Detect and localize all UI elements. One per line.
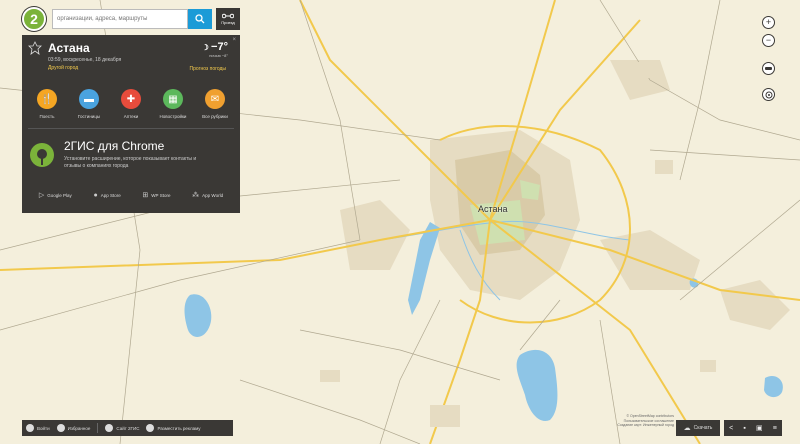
store-app-store[interactable]: ● App Store bbox=[93, 191, 120, 199]
apple-icon: ● bbox=[93, 191, 98, 199]
zoom-out-button[interactable]: − bbox=[762, 34, 775, 47]
store-google-play[interactable]: ▷ Google Play bbox=[39, 191, 72, 199]
favorites-button[interactable]: Избранное bbox=[56, 424, 91, 432]
city-name: Астана bbox=[48, 41, 90, 55]
forecast-link[interactable]: Прогноз погоды bbox=[189, 66, 226, 72]
heart-icon bbox=[56, 424, 65, 432]
route-icon bbox=[222, 13, 234, 19]
traffic-button[interactable] bbox=[762, 62, 775, 75]
megaphone-icon bbox=[146, 424, 155, 432]
category-label: Поесть bbox=[39, 114, 55, 119]
list-icon: ✉ bbox=[205, 89, 225, 109]
city-info-panel: × Астана 03:59, воскресенье, 18 декабря … bbox=[22, 35, 240, 213]
site-label: Сайт 2ГИС bbox=[116, 425, 140, 431]
cloud-icon: ☁ bbox=[683, 425, 691, 432]
fork-knife-icon: 🍴 bbox=[37, 89, 57, 109]
moon-icon: ☽ bbox=[201, 43, 212, 52]
promo-title: 2ГИС для Chrome bbox=[64, 139, 165, 153]
route-button[interactable]: Проезд bbox=[216, 8, 240, 30]
other-city-link[interactable]: Другой город bbox=[48, 65, 121, 71]
share-icon[interactable]: < bbox=[729, 425, 733, 432]
bottom-left-bar: Войти Избранное Сайт 2ГИС Разместить рек… bbox=[22, 420, 233, 436]
minus-icon: − bbox=[765, 35, 772, 45]
2gis-logo[interactable]: 2 bbox=[22, 7, 46, 31]
map-city-label: Астана bbox=[478, 204, 508, 214]
separator bbox=[97, 423, 99, 433]
promo-text: Установите расширение, которое показывае… bbox=[64, 156, 197, 169]
map-credit: Создание карт: Инженерный город bbox=[617, 423, 674, 427]
category-all[interactable]: ✉ Все рубрики bbox=[195, 89, 235, 119]
bed-icon: ▬ bbox=[79, 89, 99, 109]
weather-widget: ☽ −7° ночью −8° bbox=[202, 41, 228, 58]
comment-icon[interactable]: ▪ bbox=[743, 425, 745, 432]
car-icon bbox=[765, 67, 772, 70]
category-label: Гостиницы bbox=[77, 114, 101, 119]
category-label: Новостройки bbox=[159, 114, 187, 119]
search-icon bbox=[195, 14, 205, 24]
city-date: 03:59, воскресенье, 18 декабря bbox=[48, 57, 122, 63]
locate-button[interactable] bbox=[762, 88, 775, 101]
city-emblem-icon bbox=[28, 41, 42, 55]
ads-link[interactable]: Разместить рекламу bbox=[146, 424, 200, 432]
login-label: Войти bbox=[37, 425, 50, 431]
route-label: Проезд bbox=[221, 20, 235, 25]
site-link[interactable]: Сайт 2ГИС bbox=[105, 424, 139, 432]
target-icon bbox=[765, 91, 772, 98]
download-button[interactable]: ☁ Скачать bbox=[676, 420, 720, 436]
play-icon: ▷ bbox=[38, 192, 45, 199]
store-label: Google Play bbox=[47, 192, 72, 198]
app-stores: ▷ Google Play ● App Store ⊞ WP Store ⁂ A… bbox=[22, 191, 240, 200]
store-label: App Store bbox=[100, 192, 121, 198]
favorites-label: Избранное bbox=[67, 425, 91, 431]
zoom-in-button[interactable]: + bbox=[762, 16, 775, 29]
category-new-buildings[interactable]: ▦ Новостройки bbox=[153, 89, 193, 119]
category-label: Аптеки bbox=[123, 114, 139, 119]
store-label: WP Store bbox=[151, 192, 171, 198]
ads-label: Разместить рекламу bbox=[157, 425, 201, 431]
login-button[interactable]: Войти bbox=[26, 424, 50, 432]
temperature: −7° bbox=[211, 41, 228, 53]
divider bbox=[28, 128, 234, 129]
copyright: © OpenStreetMap contributors Пользовател… bbox=[586, 414, 674, 428]
category-pharmacies[interactable]: ✚ Аптеки bbox=[111, 89, 151, 119]
menu-icon[interactable]: ≡ bbox=[773, 425, 777, 432]
building-icon: ▦ bbox=[163, 89, 183, 109]
category-food[interactable]: 🍴 Поесть bbox=[27, 89, 67, 119]
night-temperature: ночью −8° bbox=[209, 53, 228, 58]
chrome-promo[interactable]: 2ГИС для Chrome Установите расширение, к… bbox=[30, 139, 234, 170]
plus-icon: + bbox=[765, 17, 772, 27]
search-input[interactable] bbox=[52, 9, 188, 29]
category-label: Все рубрики bbox=[202, 114, 228, 119]
blackberry-icon: ⁂ bbox=[192, 192, 200, 199]
print-icon[interactable]: ▣ bbox=[756, 424, 763, 432]
store-label: App World bbox=[202, 192, 224, 198]
download-label: Скачать bbox=[693, 425, 713, 431]
store-wp[interactable]: ⊞ WP Store bbox=[142, 191, 170, 199]
store-app-world[interactable]: ⁂ App World bbox=[192, 191, 223, 199]
cross-icon: ✚ bbox=[121, 89, 141, 109]
globe-icon bbox=[105, 424, 114, 432]
category-list: 🍴 Поесть ▬ Гостиницы ✚ Аптеки ▦ Новостро… bbox=[22, 89, 240, 119]
category-hotels[interactable]: ▬ Гостиницы bbox=[69, 89, 109, 119]
search-button[interactable] bbox=[188, 9, 212, 29]
windows-icon: ⊞ bbox=[142, 192, 149, 199]
tools-bar: < ▪ ▣ ≡ bbox=[724, 420, 782, 436]
pin-icon bbox=[30, 143, 54, 167]
search-bar: 2 bbox=[22, 6, 212, 32]
close-icon[interactable]: × bbox=[232, 37, 236, 43]
user-icon bbox=[26, 424, 34, 432]
